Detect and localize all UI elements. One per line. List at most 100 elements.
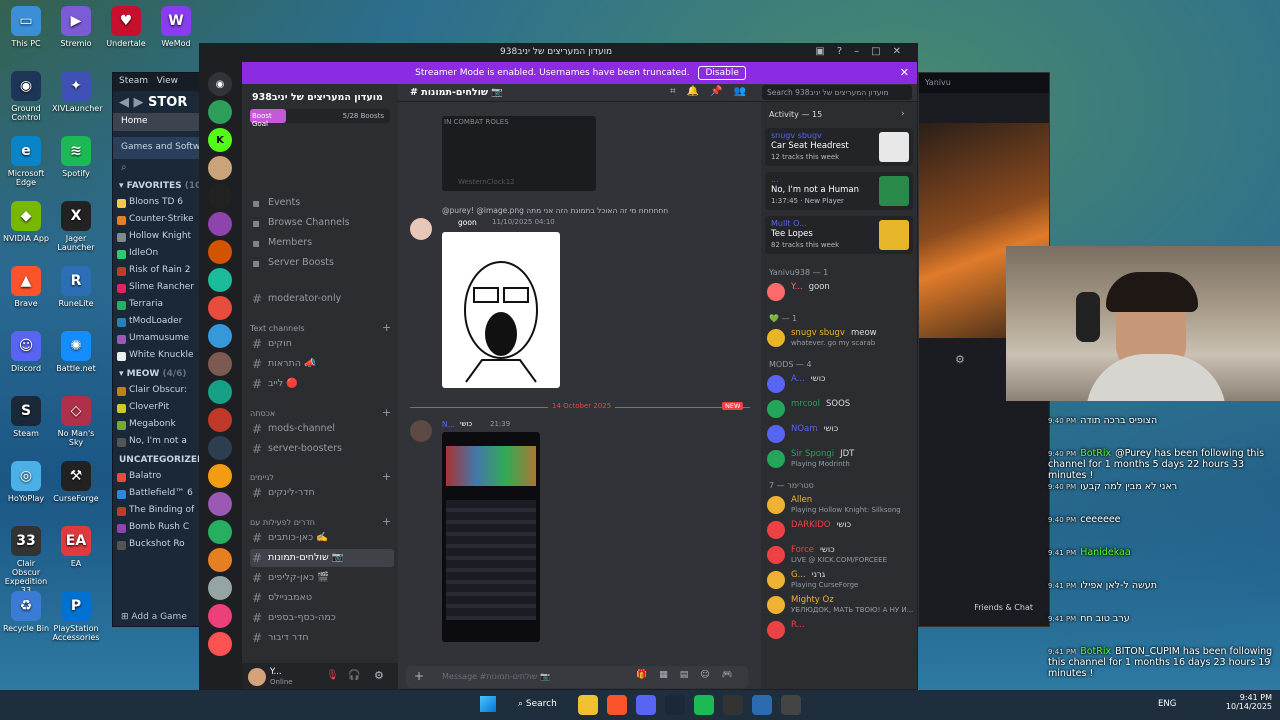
discord-home-icon[interactable]: ◉ [208, 72, 232, 96]
activity-card[interactable]: ... No, I'm not a Human 1:37:45 · New Play… [765, 172, 913, 210]
server-icon[interactable] [208, 576, 232, 600]
desktop-icon[interactable]: S Steam [2, 396, 50, 438]
channel-item[interactable]: # חדר דיבור [250, 629, 394, 647]
server-icon[interactable] [208, 212, 232, 236]
desktop-icon[interactable]: ♻ Recycle Bin [2, 591, 50, 633]
add-game-button[interactable]: ⊞ Add a Game [121, 612, 187, 622]
mute-icon[interactable]: 🎙 [326, 670, 339, 681]
desktop-icon[interactable]: ◎ HoYoPlay [2, 461, 50, 503]
channel-item[interactable]: # כאן-קליפים 🎬 [250, 569, 394, 587]
member-item[interactable]: mrcool SOOS [767, 398, 917, 422]
add-channel-icon[interactable]: + [382, 515, 391, 528]
server-icon[interactable] [208, 548, 232, 572]
steam-taskbar-icon[interactable] [665, 695, 685, 715]
channel-item[interactable]: # שולחים-תמונות 📷 [250, 549, 394, 567]
channel-item[interactable]: # mods-channel [250, 420, 394, 438]
friends-chat-button[interactable]: Friends & Chat [919, 603, 1049, 612]
steam-game-item[interactable]: Bomb Rush C [113, 520, 201, 537]
embed-image[interactable]: IN COMBAT ROLES WesternClock12 [442, 116, 596, 191]
member-item[interactable]: NOam כושי [767, 423, 917, 447]
steam-games-filter[interactable]: Games and Software [113, 137, 201, 159]
desktop-icon[interactable]: R RuneLite [52, 266, 100, 308]
server-icon[interactable] [208, 268, 232, 292]
app-icon[interactable] [781, 695, 801, 715]
menu-item[interactable]: ▪ Events [250, 194, 394, 212]
obs-icon[interactable] [723, 695, 743, 715]
steam-game-item[interactable]: Umamusume [113, 331, 201, 348]
server-icon[interactable] [208, 520, 232, 544]
server-icon[interactable] [208, 296, 232, 320]
server-icon[interactable]: K [208, 128, 232, 152]
steam-uncat-header[interactable]: UNCATEGORIZED [113, 451, 204, 469]
steam-game-item[interactable]: Counter-Strike [113, 212, 201, 229]
steam-favorites-header[interactable]: ▾ FAVORITES (10/1 [113, 177, 211, 195]
server-icon[interactable] [208, 604, 232, 628]
desktop-icon[interactable]: X Jager Launcher [52, 201, 100, 252]
desktop-icon[interactable]: ▶ Stremio [52, 6, 100, 48]
add-attachment-icon[interactable]: + [414, 669, 424, 683]
member-item[interactable]: snugv sbugv meow whatever. go my scarab [767, 327, 917, 351]
message-author[interactable]: N... [442, 420, 455, 429]
settings-gear-icon[interactable]: ⚙ [374, 669, 384, 682]
desktop-icon[interactable]: EA EA [52, 526, 100, 568]
category-header[interactable]: חדרים לפעילות עם [250, 518, 315, 527]
server-icon[interactable] [208, 324, 232, 348]
composer-icons[interactable]: 🎁▦▤☺🎮 [636, 670, 745, 680]
message-author[interactable]: goon [458, 218, 477, 227]
message-input[interactable]: Message #שולחים-תמונות 📷 [442, 672, 550, 681]
steam-meow-header[interactable]: ▾ MEOW (4/6) [113, 365, 201, 383]
desktop-icon[interactable]: ✦ XIVLauncher [52, 71, 103, 113]
server-name[interactable]: מועדון המעריצים של יניב938 [252, 92, 383, 103]
disable-button[interactable]: Disable [698, 66, 746, 80]
steam-game-item[interactable]: Battlefield™ 6 [113, 486, 201, 503]
steam-game-item[interactable]: The Binding of [113, 503, 201, 520]
desktop-icon[interactable]: ✺ Battle.net [52, 331, 100, 373]
steam-store-title[interactable]: ◀ ▶ STOR [113, 91, 201, 113]
steam-game-item[interactable]: Balatro [113, 469, 201, 486]
desktop-icon[interactable]: 33Clair Obscur Expedition 33 [2, 526, 50, 595]
search-input[interactable]: Search מועדון המעריצים של יניב938 [762, 85, 912, 100]
phone-screenshot[interactable] [442, 432, 540, 642]
desktop-icon[interactable]: ▲ Brave [2, 266, 50, 308]
spotify-taskbar-icon[interactable] [694, 695, 714, 715]
steam-game-item[interactable]: Slime Rancher [113, 280, 201, 297]
member-item[interactable]: Y... goon [767, 281, 917, 305]
server-icon[interactable] [208, 100, 232, 124]
server-icon[interactable] [208, 408, 232, 432]
steam-game-item[interactable]: Hollow Knight [113, 229, 201, 246]
channel-item[interactable]: # טאמבניילס [250, 589, 394, 607]
server-icon[interactable] [208, 352, 232, 376]
language-indicator[interactable]: ENG [1158, 699, 1176, 709]
category-header[interactable]: לגיימים [250, 473, 274, 482]
app-icon[interactable] [752, 695, 772, 715]
channel-item[interactable]: # התראות 📣 [250, 355, 394, 373]
add-channel-icon[interactable]: + [382, 470, 391, 483]
activity-card[interactable]: Mullt O... Tee Lopes 82 tracks this week [765, 216, 913, 254]
channel-item[interactable]: # כאן-כותבים ✍️ [250, 529, 394, 547]
steam-game-item[interactable]: tModLoader [113, 314, 201, 331]
server-icon[interactable] [208, 464, 232, 488]
desktop-icon[interactable]: ⚒ CurseForge [52, 461, 100, 503]
category-header[interactable]: אכסחה [250, 409, 275, 418]
steam-game-item[interactable]: Buckshot Ro [113, 537, 201, 554]
steam-menu-steam[interactable]: Steam [119, 76, 148, 86]
menu-item[interactable]: ▪ Browse Channels [250, 214, 394, 232]
desktop-icon[interactable]: ◉ Ground Control [2, 71, 50, 122]
desktop-icon[interactable]: ≋ Spotify [52, 136, 100, 178]
clock[interactable]: 9:41 PM 10/14/2025 [1222, 693, 1272, 711]
steam-game-item[interactable]: No, I'm not a [113, 434, 201, 451]
desktop-icon[interactable]: e Microsoft Edge [2, 136, 50, 187]
steam-game-item[interactable]: Bloons TD 6 [113, 195, 201, 212]
member-item[interactable]: G... גרני Playing CurseForge [767, 569, 917, 593]
brave-icon[interactable] [607, 695, 627, 715]
reply-preview[interactable]: @purey! @image.png חחחחחח מי זה האוכל בת… [442, 206, 668, 215]
deafen-icon[interactable]: 🎧 [348, 670, 360, 681]
steam-game-item[interactable]: White Knuckle [113, 348, 201, 365]
member-item[interactable]: A... כושי [767, 373, 917, 397]
channel-item[interactable]: # לייב 🔴 [250, 375, 394, 393]
steam-home[interactable]: Home [113, 113, 201, 131]
boost-goal-bar[interactable]: Boost Goal 5/28 Boosts [250, 109, 390, 128]
search-icon[interactable]: ⌕ [113, 159, 201, 177]
windows-start-icon[interactable] [480, 696, 496, 712]
taskbar-search[interactable]: ⌕ Search [510, 694, 572, 716]
